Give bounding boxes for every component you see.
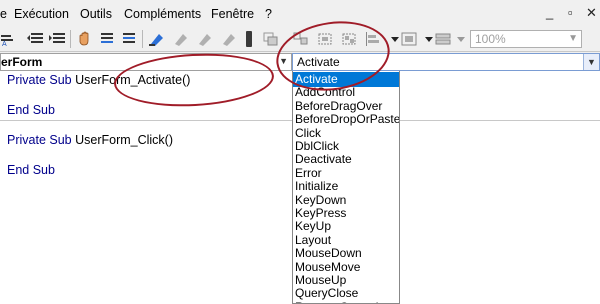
code-line[interactable]: Private Sub UserForm_Click() xyxy=(7,133,173,147)
zoom-value: 100% xyxy=(475,32,506,46)
dropdown-item[interactable]: RemoveControl xyxy=(293,300,399,303)
code-line[interactable]: End Sub xyxy=(7,163,55,177)
menu-edition[interactable]: e xyxy=(0,7,7,21)
code-keyword: End Sub xyxy=(7,103,55,117)
minimize-icon[interactable]: _ xyxy=(546,5,553,20)
uncomment-block-icon[interactable] xyxy=(120,30,138,48)
make-same-size-icon[interactable] xyxy=(434,30,452,48)
toolbar-grip-icon[interactable] xyxy=(246,31,252,47)
procedure-dropdown-list[interactable]: Activate AddControl BeforeDragOver BeforeDr… xyxy=(292,71,400,304)
size-dropdown-icon[interactable] xyxy=(452,30,470,48)
indent-block-icon[interactable] xyxy=(48,30,66,48)
code-line[interactable]: End Sub xyxy=(7,103,55,117)
menu-complements[interactable]: Compléments xyxy=(124,7,201,21)
zoom-select[interactable]: 100% ▼ xyxy=(470,30,582,48)
chevron-down-icon[interactable]: ▼ xyxy=(583,54,599,70)
next-bookmark-icon[interactable] xyxy=(172,30,190,48)
comment-block-icon[interactable] xyxy=(98,30,116,48)
code-text: UserForm_Click() xyxy=(75,133,174,147)
close-icon[interactable]: ✕ xyxy=(586,5,597,21)
outdent-icon[interactable] xyxy=(26,30,44,48)
restore-icon[interactable]: ▫ xyxy=(568,5,573,20)
menu-execution[interactable]: Exécution xyxy=(14,7,69,21)
svg-text:A: A xyxy=(2,41,7,46)
toolbar-separator xyxy=(70,30,71,48)
indent-icon[interactable]: A xyxy=(0,30,18,48)
previous-bookmark-icon[interactable] xyxy=(196,30,214,48)
menu-help[interactable]: ? xyxy=(265,7,272,21)
code-keyword: End Sub xyxy=(7,163,55,177)
menu-bar: e Exécution Outils Compléments Fenêtre ?… xyxy=(0,0,600,26)
center-horizontal-icon[interactable] xyxy=(400,30,418,48)
code-keyword: Private Sub xyxy=(7,133,76,147)
menu-outils[interactable]: Outils xyxy=(80,7,112,21)
bookmark-toggle-icon[interactable] xyxy=(148,30,166,48)
chevron-down-icon: ▼ xyxy=(568,33,578,44)
code-keyword: Private Sub xyxy=(7,73,76,87)
bring-to-front-icon[interactable] xyxy=(262,30,280,48)
clear-bookmarks-icon[interactable] xyxy=(220,30,238,48)
menu-fenetre[interactable]: Fenêtre xyxy=(211,7,254,21)
object-value: erForm xyxy=(1,55,43,69)
toolbar-separator xyxy=(142,30,143,48)
hand-icon[interactable] xyxy=(76,30,94,48)
